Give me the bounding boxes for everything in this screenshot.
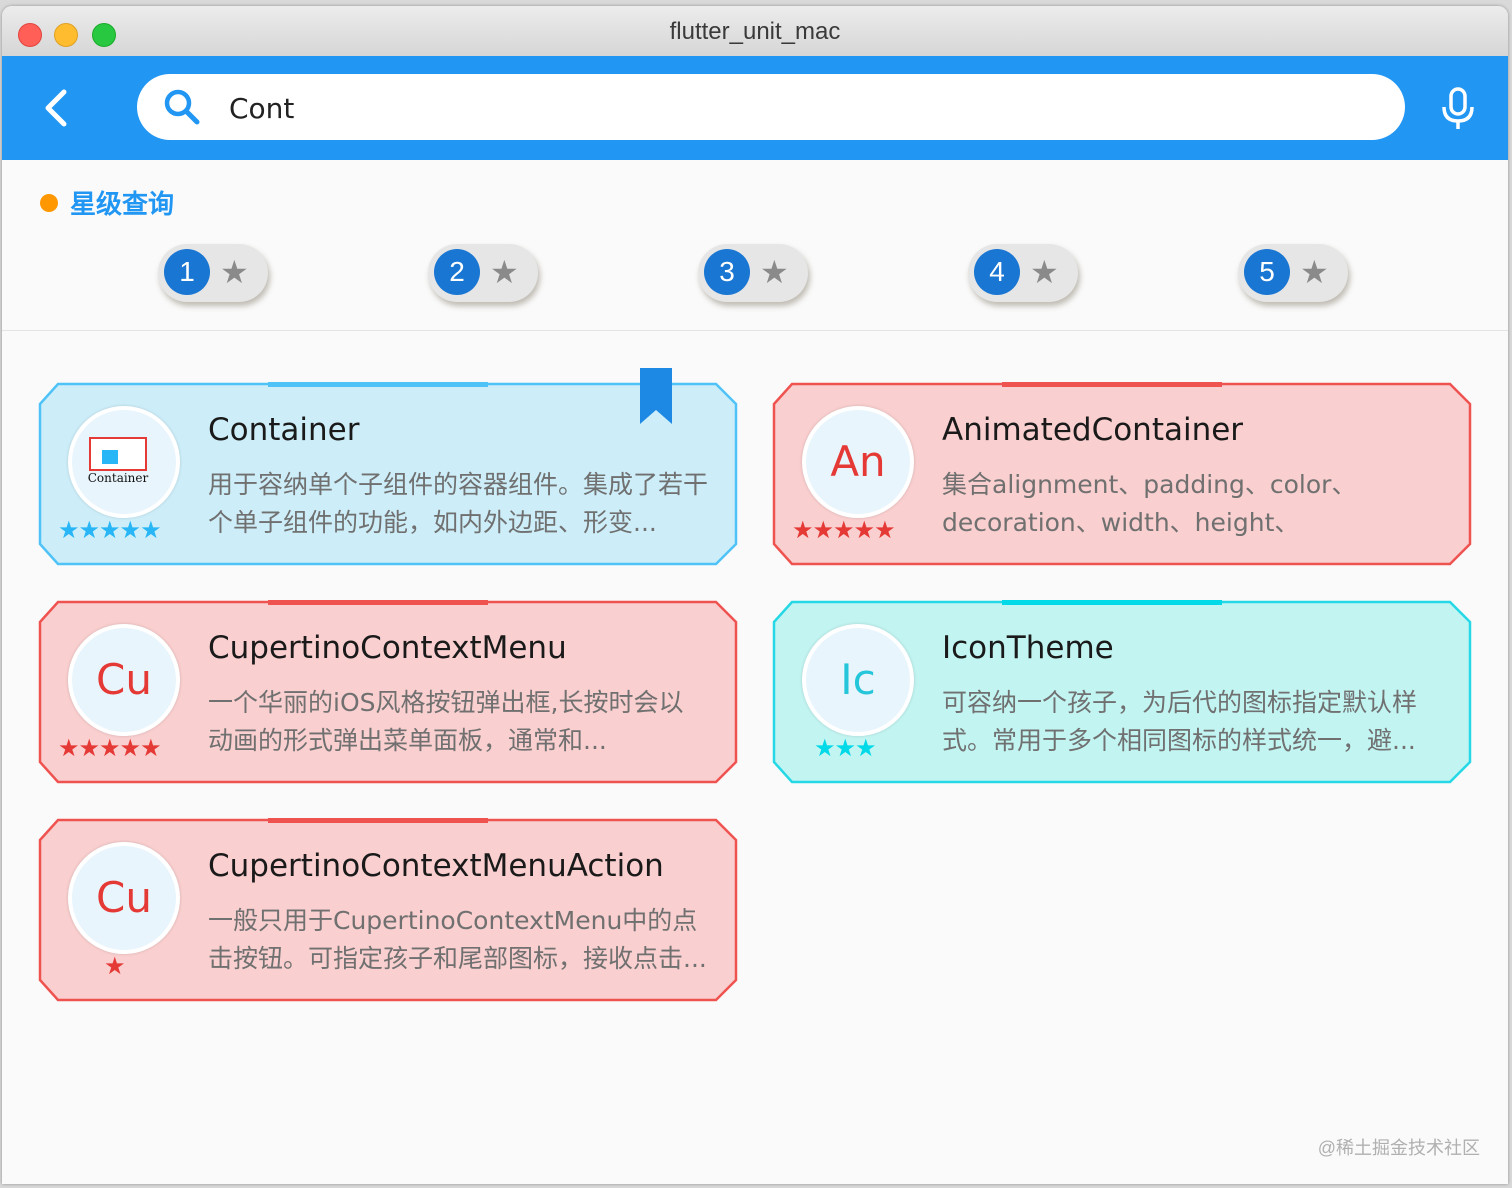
search-box[interactable] [137,74,1405,140]
divider [2,330,1508,331]
star-icon: ★ [1300,254,1329,290]
container-logo-icon: Container [88,437,149,485]
star-count-badge: 3 [704,249,750,295]
star-count-badge: 4 [974,249,1020,295]
widget-avatar: Cu [68,624,180,736]
star-filter-2-button[interactable]: 2 ★ [428,244,538,302]
card-description: 集合alignment、padding、color、decoration、wid… [942,470,1357,537]
star-filter-title: 星级查询 [70,189,175,219]
star-icon: ★ [490,254,519,290]
app-bar [2,56,1508,160]
star-icon: ★ [220,254,249,290]
card-description: 用于容纳单个子组件的容器组件。集成了若干个单子组件的功能，如内外边距、形变... [208,470,708,537]
search-icon [164,89,200,125]
star-rating: ★★★★★ [58,517,162,544]
star-rating: ★ [104,953,125,980]
bookmark-icon[interactable] [640,368,672,424]
card-description: 一个华丽的iOS风格按钮弹出框,长按时会以动画的形式弹出菜单面板，通常和... [208,688,684,755]
widget-card-container[interactable]: Container ★★★★★ Container 用于容纳单个子组件的容器组件… [38,368,738,566]
widget-card-icontheme[interactable]: Ic ★★★ IconTheme 可容纳一个孩子，为后代的图标指定默认样式。常用… [772,600,1472,784]
card-title: AnimatedContainer [942,412,1244,448]
star-rating: ★★★★★ [792,517,896,544]
search-input[interactable] [227,82,1331,134]
widget-card-cupertinocontextmenu[interactable]: Cu ★★★★★ CupertinoContextMenu 一个华丽的iOS风格… [38,600,738,784]
card-description: 一般只用于CupertinoContextMenu中的点击按钮。可指定孩子和尾部… [208,906,707,973]
back-arrow-icon[interactable] [36,86,80,130]
star-icon: ★ [1030,254,1059,290]
star-filter-4-button[interactable]: 4 ★ [968,244,1078,302]
card-title: CupertinoContextMenuAction [208,848,664,884]
app-window: flutter_unit_mac 星级查询 1 ★ 2 ★ 3 ★ [2,6,1508,1184]
microphone-icon[interactable] [1438,86,1478,132]
star-count-badge: 1 [164,249,210,295]
window-title: flutter_unit_mac [669,18,841,45]
widget-avatar: Container [68,406,180,518]
star-filter-3-button[interactable]: 3 ★ [698,244,808,302]
star-count-badge: 2 [434,249,480,295]
widget-avatar: An [802,406,914,518]
bullet-dot [40,194,58,212]
widget-card-animatedcontainer[interactable]: An ★★★★★ AnimatedContainer 集合alignment、p… [772,382,1472,566]
svg-text:Container: Container [88,471,149,485]
title-bar: flutter_unit_mac [2,6,1508,57]
star-filter-1-button[interactable]: 1 ★ [158,244,268,302]
card-title: CupertinoContextMenu [208,630,567,666]
star-rating: ★★★★★ [58,735,162,762]
card-title: IconTheme [942,630,1114,666]
widget-card-cupertinocontextmenuaction[interactable]: Cu ★ CupertinoContextMenuAction 一般只用于Cup… [38,818,738,1002]
star-count-badge: 5 [1244,249,1290,295]
star-filter-5-button[interactable]: 5 ★ [1238,244,1348,302]
card-description: 可容纳一个孩子，为后代的图标指定默认样式。常用于多个相同图标的样式统一，避... [942,688,1418,755]
star-rating: ★★★ [814,735,877,762]
widget-avatar: Cu [68,842,180,954]
star-icon: ★ [760,254,789,290]
watermark: @稀土掘金技术社区 [1317,1138,1480,1158]
widget-avatar: Ic [802,624,914,736]
card-title: Container [208,412,360,448]
